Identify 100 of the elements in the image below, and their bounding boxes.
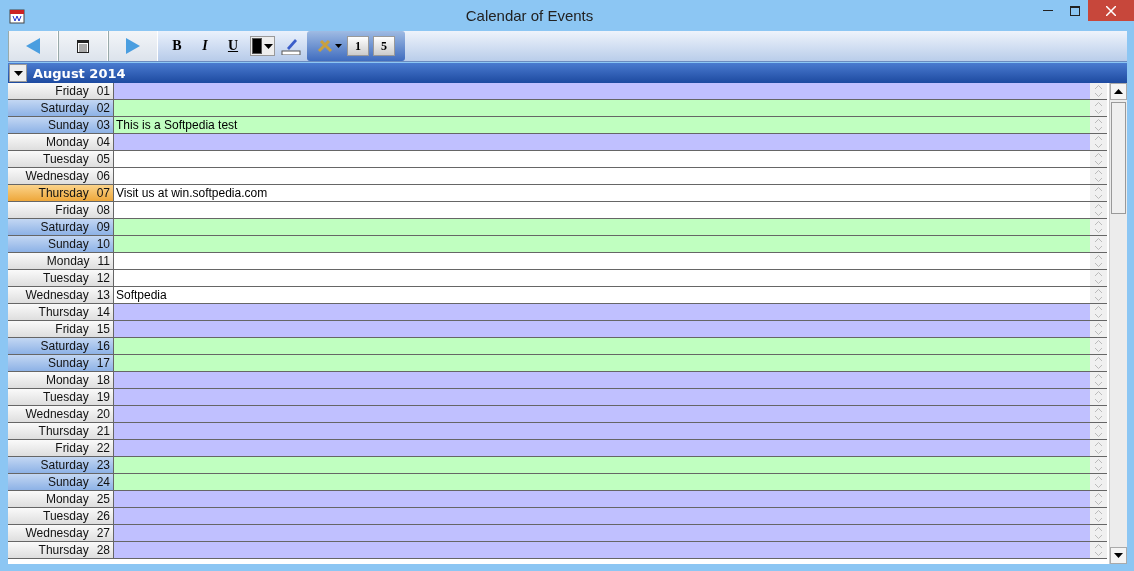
day-name: Tuesday bbox=[43, 389, 89, 405]
day-name: Friday bbox=[55, 83, 89, 99]
maximize-icon bbox=[1069, 5, 1080, 16]
event-cell[interactable] bbox=[114, 83, 1090, 99]
day-name: Monday bbox=[45, 491, 89, 507]
row-spinner[interactable] bbox=[1090, 270, 1107, 286]
event-cell[interactable] bbox=[114, 100, 1090, 116]
event-cell[interactable] bbox=[114, 338, 1090, 354]
event-cell[interactable] bbox=[114, 491, 1090, 507]
scroll-down-button[interactable] bbox=[1110, 547, 1127, 564]
row-spinner[interactable] bbox=[1090, 491, 1107, 507]
row-spinner[interactable] bbox=[1090, 168, 1107, 184]
day-date: 24 bbox=[96, 474, 110, 490]
day-date: 15 bbox=[96, 321, 110, 337]
row-spinner[interactable] bbox=[1090, 525, 1107, 541]
day-name: Friday bbox=[55, 321, 89, 337]
event-cell[interactable] bbox=[114, 457, 1090, 473]
row-spinner[interactable] bbox=[1090, 304, 1107, 320]
caret-up-icon bbox=[1114, 89, 1123, 94]
day-date: 21 bbox=[96, 423, 110, 439]
row-spinner[interactable] bbox=[1090, 457, 1107, 473]
row-spinner[interactable] bbox=[1090, 185, 1107, 201]
event-cell[interactable] bbox=[114, 219, 1090, 235]
day-date: 05 bbox=[96, 151, 110, 167]
row-spinner[interactable] bbox=[1090, 508, 1107, 524]
event-cell[interactable] bbox=[114, 542, 1090, 558]
day-name: Sunday bbox=[47, 117, 89, 133]
event-cell[interactable] bbox=[114, 440, 1090, 456]
event-cell[interactable] bbox=[114, 389, 1090, 405]
row-spinner[interactable] bbox=[1090, 287, 1107, 303]
vertical-scrollbar[interactable] bbox=[1109, 83, 1127, 564]
italic-button[interactable]: I bbox=[194, 35, 216, 57]
day-date: 03 bbox=[96, 117, 110, 133]
row-spinner[interactable] bbox=[1090, 253, 1107, 269]
day-name: Wednesday bbox=[25, 287, 89, 303]
day-name: Monday bbox=[46, 253, 90, 269]
text-color-picker[interactable] bbox=[250, 36, 275, 56]
row-spinner[interactable] bbox=[1090, 236, 1107, 252]
calendar-app-icon bbox=[9, 7, 25, 24]
day-date: 27 bbox=[96, 525, 110, 541]
day-name: Wednesday bbox=[25, 525, 89, 541]
row-spinner[interactable] bbox=[1090, 134, 1107, 150]
day-name: Sunday bbox=[47, 355, 89, 371]
day-date: 18 bbox=[96, 372, 110, 388]
day-date: 20 bbox=[96, 406, 110, 422]
row-spinner[interactable] bbox=[1090, 338, 1107, 354]
day-name: Monday bbox=[45, 134, 89, 150]
day-name: Sunday bbox=[47, 236, 89, 252]
event-cell[interactable] bbox=[114, 525, 1090, 541]
row-spinner[interactable] bbox=[1090, 117, 1107, 133]
event-cell[interactable] bbox=[114, 304, 1090, 320]
event-cell[interactable] bbox=[114, 474, 1090, 490]
day-name: Wednesday bbox=[25, 168, 89, 184]
row-spinner[interactable] bbox=[1090, 440, 1107, 456]
event-cell[interactable] bbox=[114, 134, 1090, 150]
bold-button[interactable]: B bbox=[166, 35, 188, 57]
event-cell[interactable] bbox=[114, 355, 1090, 371]
row-spinner[interactable] bbox=[1090, 423, 1107, 439]
event-cell[interactable] bbox=[114, 406, 1090, 422]
event-cell[interactable] bbox=[114, 423, 1090, 439]
row-spinner[interactable] bbox=[1090, 389, 1107, 405]
day-name: Thursday bbox=[38, 304, 89, 320]
scrollbar-thumb[interactable] bbox=[1111, 102, 1126, 214]
day-name: Saturday bbox=[40, 338, 89, 354]
event-cell[interactable] bbox=[114, 236, 1090, 252]
right-triangle-icon bbox=[126, 38, 140, 54]
color-swatch-icon bbox=[252, 38, 262, 54]
view-days-button[interactable]: 1 bbox=[347, 36, 369, 56]
row-spinner[interactable] bbox=[1090, 355, 1107, 371]
month-dropdown-button[interactable] bbox=[9, 64, 27, 82]
day-date: 06 bbox=[96, 168, 110, 184]
row-spinner[interactable] bbox=[1090, 151, 1107, 167]
day-date: 22 bbox=[96, 440, 110, 456]
day-name: Thursday bbox=[38, 185, 89, 201]
day-date: 10 bbox=[96, 236, 110, 252]
row-spinner[interactable] bbox=[1090, 219, 1107, 235]
event-cell[interactable]: This is a Softpedia test bbox=[114, 117, 1090, 133]
day-date: 28 bbox=[96, 542, 110, 558]
day-date: 04 bbox=[96, 134, 110, 150]
event-cell[interactable] bbox=[114, 321, 1090, 337]
view-days-button[interactable]: 5 bbox=[373, 36, 395, 56]
event-cell[interactable] bbox=[114, 508, 1090, 524]
pen-icon[interactable] bbox=[281, 37, 301, 55]
underline-button[interactable]: U bbox=[222, 35, 244, 57]
close-button[interactable] bbox=[1088, 0, 1134, 21]
calendar-button[interactable] bbox=[58, 31, 108, 61]
row-spinner[interactable] bbox=[1090, 321, 1107, 337]
minimize-icon bbox=[1042, 10, 1053, 11]
day-date: 13 bbox=[96, 287, 110, 303]
day-date: 16 bbox=[96, 338, 110, 354]
row-spinner[interactable] bbox=[1090, 372, 1107, 388]
day-date: 09 bbox=[96, 219, 110, 235]
row-spinner[interactable] bbox=[1090, 202, 1107, 218]
scroll-up-button[interactable] bbox=[1110, 83, 1127, 100]
day-name: Saturday bbox=[40, 219, 89, 235]
event-cell[interactable] bbox=[114, 372, 1090, 388]
row-spinner[interactable] bbox=[1090, 474, 1107, 490]
row-spinner[interactable] bbox=[1090, 406, 1107, 422]
day-date: 02 bbox=[96, 100, 110, 116]
caret-down-icon bbox=[264, 43, 273, 49]
